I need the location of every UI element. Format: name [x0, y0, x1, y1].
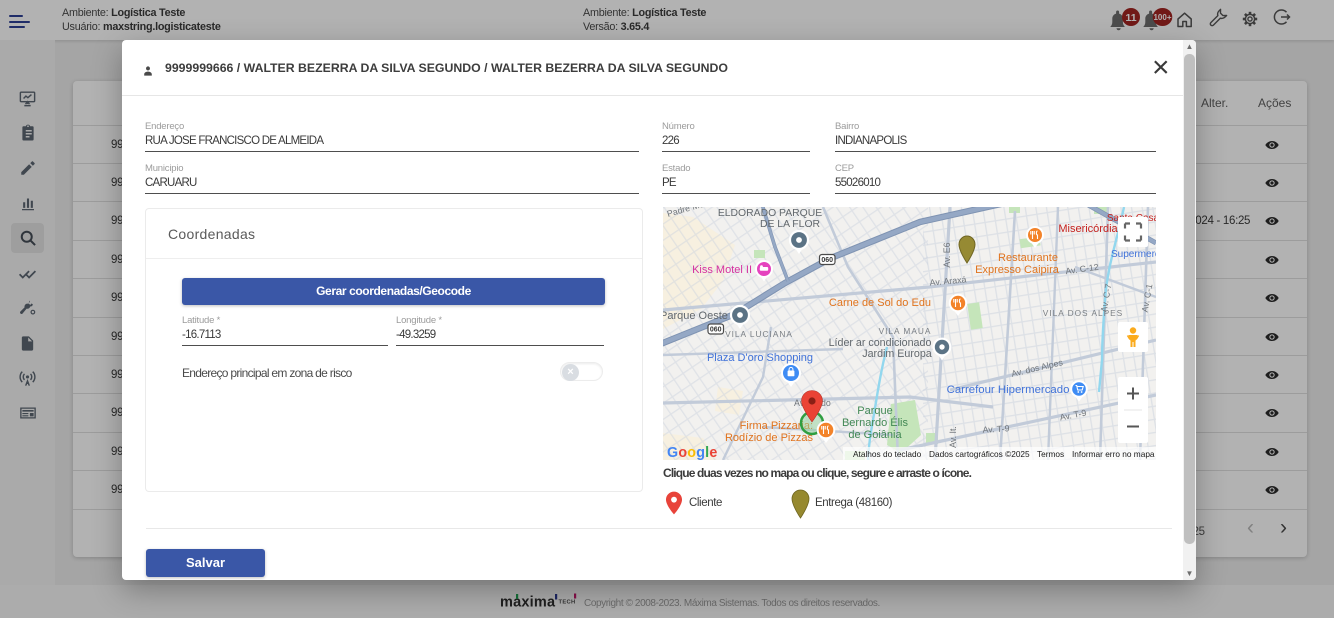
svg-text:Parque: Parque	[857, 405, 892, 417]
svg-text:Carrefour Hipermercado: Carrefour Hipermercado	[947, 384, 1070, 396]
svg-text:de Goiânia: de Goiânia	[848, 429, 902, 441]
svg-text:060: 060	[821, 257, 833, 264]
svg-text:Atalhos do teclado: Atalhos do teclado	[853, 449, 922, 459]
svg-text:Rodízio de Pizzas: Rodízio de Pizzas	[725, 432, 814, 444]
svg-text:ELDORADO PARQUE: ELDORADO PARQUE	[718, 208, 822, 219]
svg-text:Bernardo Élis: Bernardo Élis	[842, 416, 909, 429]
svg-text:Parque Oeste: Parque Oeste	[663, 310, 728, 322]
svg-text:Expresso Caipira: Expresso Caipira	[975, 264, 1060, 276]
svg-text:VILA MAUA: VILA MAUA	[879, 326, 932, 336]
svg-text:Carne de Sol do Edu: Carne de Sol do Edu	[829, 297, 931, 309]
svg-text:Kiss Motel II: Kiss Motel II	[692, 264, 752, 276]
svg-text:DE LA FLOR: DE LA FLOR	[760, 219, 821, 230]
svg-text:060: 060	[710, 327, 722, 334]
svg-text:Plaza D'oro Shopping: Plaza D'oro Shopping	[707, 352, 813, 364]
svg-text:Jardim Europa: Jardim Europa	[862, 348, 932, 360]
svg-text:Av. T-9: Av. T-9	[982, 423, 1009, 434]
svg-text:Supermercado: Supermercado	[1111, 249, 1156, 260]
svg-text:VILA LUCIANA: VILA LUCIANA	[725, 329, 793, 339]
svg-text:Restaurante: Restaurante	[998, 252, 1058, 264]
svg-text:Termos: Termos	[1037, 449, 1064, 459]
svg-text:Google: Google	[667, 445, 717, 460]
svg-text:Dados cartográficos ©2025: Dados cartográficos ©2025	[929, 449, 1030, 459]
svg-text:Informar erro no mapa: Informar erro no mapa	[1072, 449, 1155, 459]
svg-text:Av. It.: Av. It.	[948, 426, 958, 448]
svg-text:Av. E6: Av. E6	[942, 242, 952, 267]
svg-text:Misericórdia: Misericórdia	[1058, 223, 1118, 235]
svg-text:VILA DOS ALPES: VILA DOS ALPES	[1043, 308, 1123, 318]
